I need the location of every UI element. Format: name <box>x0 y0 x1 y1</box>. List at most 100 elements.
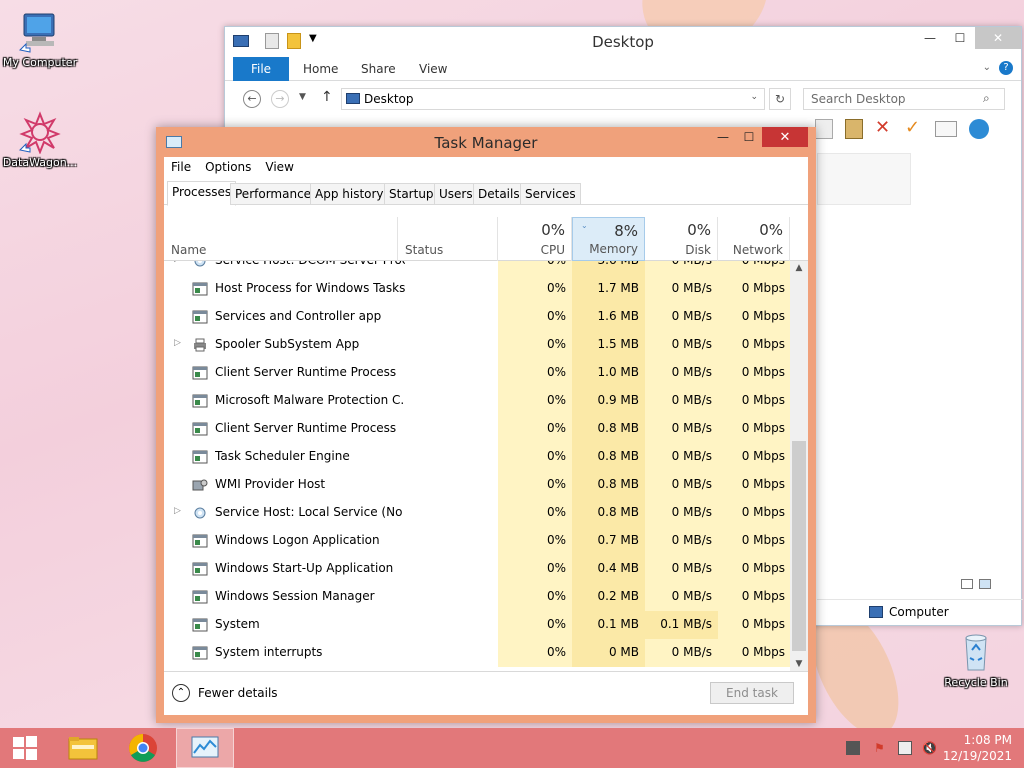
action-center-icon[interactable] <box>846 741 860 755</box>
task-manager-titlebar[interactable]: Task Manager — ☐ ✕ <box>156 127 816 157</box>
window-icon <box>192 310 208 324</box>
ribbon-tab-file[interactable]: File <box>233 57 289 81</box>
column-header-name[interactable]: Name <box>164 217 398 261</box>
column-header-status[interactable]: Status <box>398 217 498 261</box>
fewer-details-button[interactable]: ⌃ Fewer details <box>172 684 278 702</box>
process-row[interactable]: System 0% 0.1 MB 0.1 MB/s 0 Mbps <box>164 611 798 639</box>
copy-icon[interactable] <box>815 119 833 139</box>
process-row[interactable]: Services and Controller app 0% 1.6 MB 0 MB/… <box>164 303 798 331</box>
tab-processes[interactable]: Processes <box>167 181 237 206</box>
network-icon[interactable] <box>898 741 912 755</box>
process-row[interactable]: ▷ Service Host: DCOM Server Proc... 0%3.6 … <box>164 261 798 275</box>
task-manager-footer: ⌃ Fewer details End task <box>164 671 808 715</box>
menu-file[interactable]: File <box>164 157 198 179</box>
process-row[interactable]: Microsoft Malware Protection C... 0% 0.9 M… <box>164 387 798 415</box>
process-cpu-cell: 0% <box>498 359 572 387</box>
minimize-button[interactable]: — <box>915 27 945 49</box>
help-icon[interactable]: ? <box>999 61 1013 75</box>
desktop-icon-datawagon[interactable]: DataWagon... <box>0 110 80 169</box>
process-cpu-cell: 0% <box>498 303 572 331</box>
clock[interactable]: 1:08 PM 12/19/2021 <box>943 732 1012 764</box>
fewer-details-label: Fewer details <box>198 686 278 700</box>
process-row[interactable]: Client Server Runtime Process 0% 1.0 MB 0 M… <box>164 359 798 387</box>
ribbon-tab-view[interactable]: View <box>419 62 447 76</box>
process-list-scrollbar[interactable]: ▲ ▼ <box>790 261 808 671</box>
end-task-button[interactable]: End task <box>710 682 794 704</box>
desktop-icon-recycle-bin[interactable]: Recycle Bin <box>936 630 1016 689</box>
address-dropdown-icon[interactable]: ⌄ <box>750 92 758 102</box>
process-row[interactable]: ▷ Spooler SubSystem App 0% 1.5 MB 0 MB/s 0 Mb… <box>164 331 798 359</box>
process-row[interactable]: Host Process for Windows Tasks 0% 1.7 MB 0 … <box>164 275 798 303</box>
window-icon <box>192 394 208 408</box>
ribbon-expand-icon[interactable]: ⌄ <box>983 62 991 73</box>
delete-icon[interactable]: ✕ <box>875 119 893 139</box>
maximize-button[interactable]: ☐ <box>736 127 762 147</box>
process-cpu-cell: 0% <box>498 261 572 275</box>
maximize-button[interactable]: ☐ <box>945 27 975 49</box>
process-row[interactable]: WMI Provider Host 0% 0.8 MB 0 MB/s 0 Mbps <box>164 471 798 499</box>
process-row[interactable]: Windows Session Manager 0% 0.2 MB 0 MB/s 0 M… <box>164 583 798 611</box>
tab-users[interactable]: Users <box>434 183 478 205</box>
menu-view[interactable]: View <box>258 157 300 179</box>
tab-startup[interactable]: Startup <box>384 183 439 205</box>
back-button[interactable]: ← <box>243 90 261 108</box>
search-input[interactable]: Search Desktop <box>803 88 1005 110</box>
column-header-memory[interactable]: ⌄ 8% Memory <box>572 217 645 261</box>
column-header-cpu[interactable]: 0% CPU <box>498 217 572 261</box>
globe-icon[interactable] <box>969 119 989 139</box>
process-memory-cell: 0.1 MB <box>572 611 645 639</box>
start-button[interactable] <box>0 728 50 768</box>
tab-app-history[interactable]: App history <box>310 183 389 205</box>
task-manager-body: File Options View Processes Performance … <box>164 157 808 715</box>
explorer-status-item[interactable]: Computer <box>817 599 1023 625</box>
process-name: Host Process for Windows Tasks <box>215 281 405 295</box>
checkmark-icon[interactable]: ✓ <box>905 119 923 139</box>
ribbon-tab-share[interactable]: Share <box>361 62 396 76</box>
process-network-cell: 0 Mbps <box>718 583 791 611</box>
expand-arrow-icon[interactable]: ▷ <box>174 506 181 516</box>
paste-icon[interactable] <box>845 119 863 139</box>
details-view-icon[interactable] <box>961 579 973 589</box>
close-button[interactable]: ✕ <box>975 27 1021 49</box>
large-icons-view-icon[interactable] <box>979 579 991 589</box>
process-network-cell: 0 Mbps <box>718 359 791 387</box>
explorer-titlebar[interactable]: ▼ Desktop — ☐ ✕ <box>225 27 1021 57</box>
process-disk-cell: 0 MB/s <box>645 471 718 499</box>
taskbar-file-explorer[interactable] <box>56 728 110 768</box>
rename-icon[interactable] <box>935 121 957 137</box>
scroll-down-icon[interactable]: ▼ <box>790 659 808 669</box>
process-row[interactable]: Windows Start-Up Application 0% 0.4 MB 0 MB… <box>164 555 798 583</box>
volume-muted-icon[interactable]: 🔇 <box>922 741 937 755</box>
up-button[interactable]: ↑ <box>321 89 333 105</box>
process-row[interactable]: Client Server Runtime Process 0% 0.8 MB 0 M… <box>164 415 798 443</box>
process-row[interactable]: ▷ Service Host: Local Service (No I... 0% 0… <box>164 499 798 527</box>
column-header-disk[interactable]: 0% Disk <box>645 217 718 261</box>
process-row[interactable]: Windows Logon Application 0% 0.7 MB 0 MB/s 0… <box>164 527 798 555</box>
recent-locations-icon[interactable]: ▼ <box>299 92 306 102</box>
desktop-icon-my-computer[interactable]: My Computer <box>0 10 80 69</box>
process-network-cell: 0 Mbps <box>718 639 791 667</box>
process-row[interactable]: Task Scheduler Engine 0% 0.8 MB 0 MB/s 0 Mbp… <box>164 443 798 471</box>
forward-button[interactable]: → <box>271 90 289 108</box>
flag-icon[interactable]: ⚑ <box>874 741 888 755</box>
taskbar-task-manager[interactable] <box>176 728 234 768</box>
process-row[interactable]: System interrupts 0% 0 MB 0 MB/s 0 Mbps <box>164 639 798 667</box>
column-header-network[interactable]: 0% Network <box>718 217 790 261</box>
taskbar-chrome[interactable] <box>116 728 170 768</box>
address-bar[interactable]: Desktop ⌄ <box>341 88 765 110</box>
process-name: Client Server Runtime Process <box>215 365 397 379</box>
ribbon-tab-home[interactable]: Home <box>303 62 338 76</box>
refresh-button[interactable]: ↻ <box>769 88 791 110</box>
close-button[interactable]: ✕ <box>762 127 808 147</box>
expand-arrow-icon[interactable]: ▷ <box>174 261 181 264</box>
tab-performance[interactable]: Performance <box>230 183 317 205</box>
minimize-button[interactable]: — <box>710 127 736 147</box>
process-cpu-cell: 0% <box>498 583 572 611</box>
process-network-cell: 0 Mbps <box>718 499 791 527</box>
expand-arrow-icon[interactable]: ▷ <box>174 338 181 348</box>
tab-services[interactable]: Services <box>520 183 581 205</box>
menu-options[interactable]: Options <box>198 157 258 179</box>
scrollbar-thumb[interactable] <box>792 441 806 651</box>
tab-details[interactable]: Details <box>473 183 525 205</box>
scroll-up-icon[interactable]: ▲ <box>790 263 808 273</box>
